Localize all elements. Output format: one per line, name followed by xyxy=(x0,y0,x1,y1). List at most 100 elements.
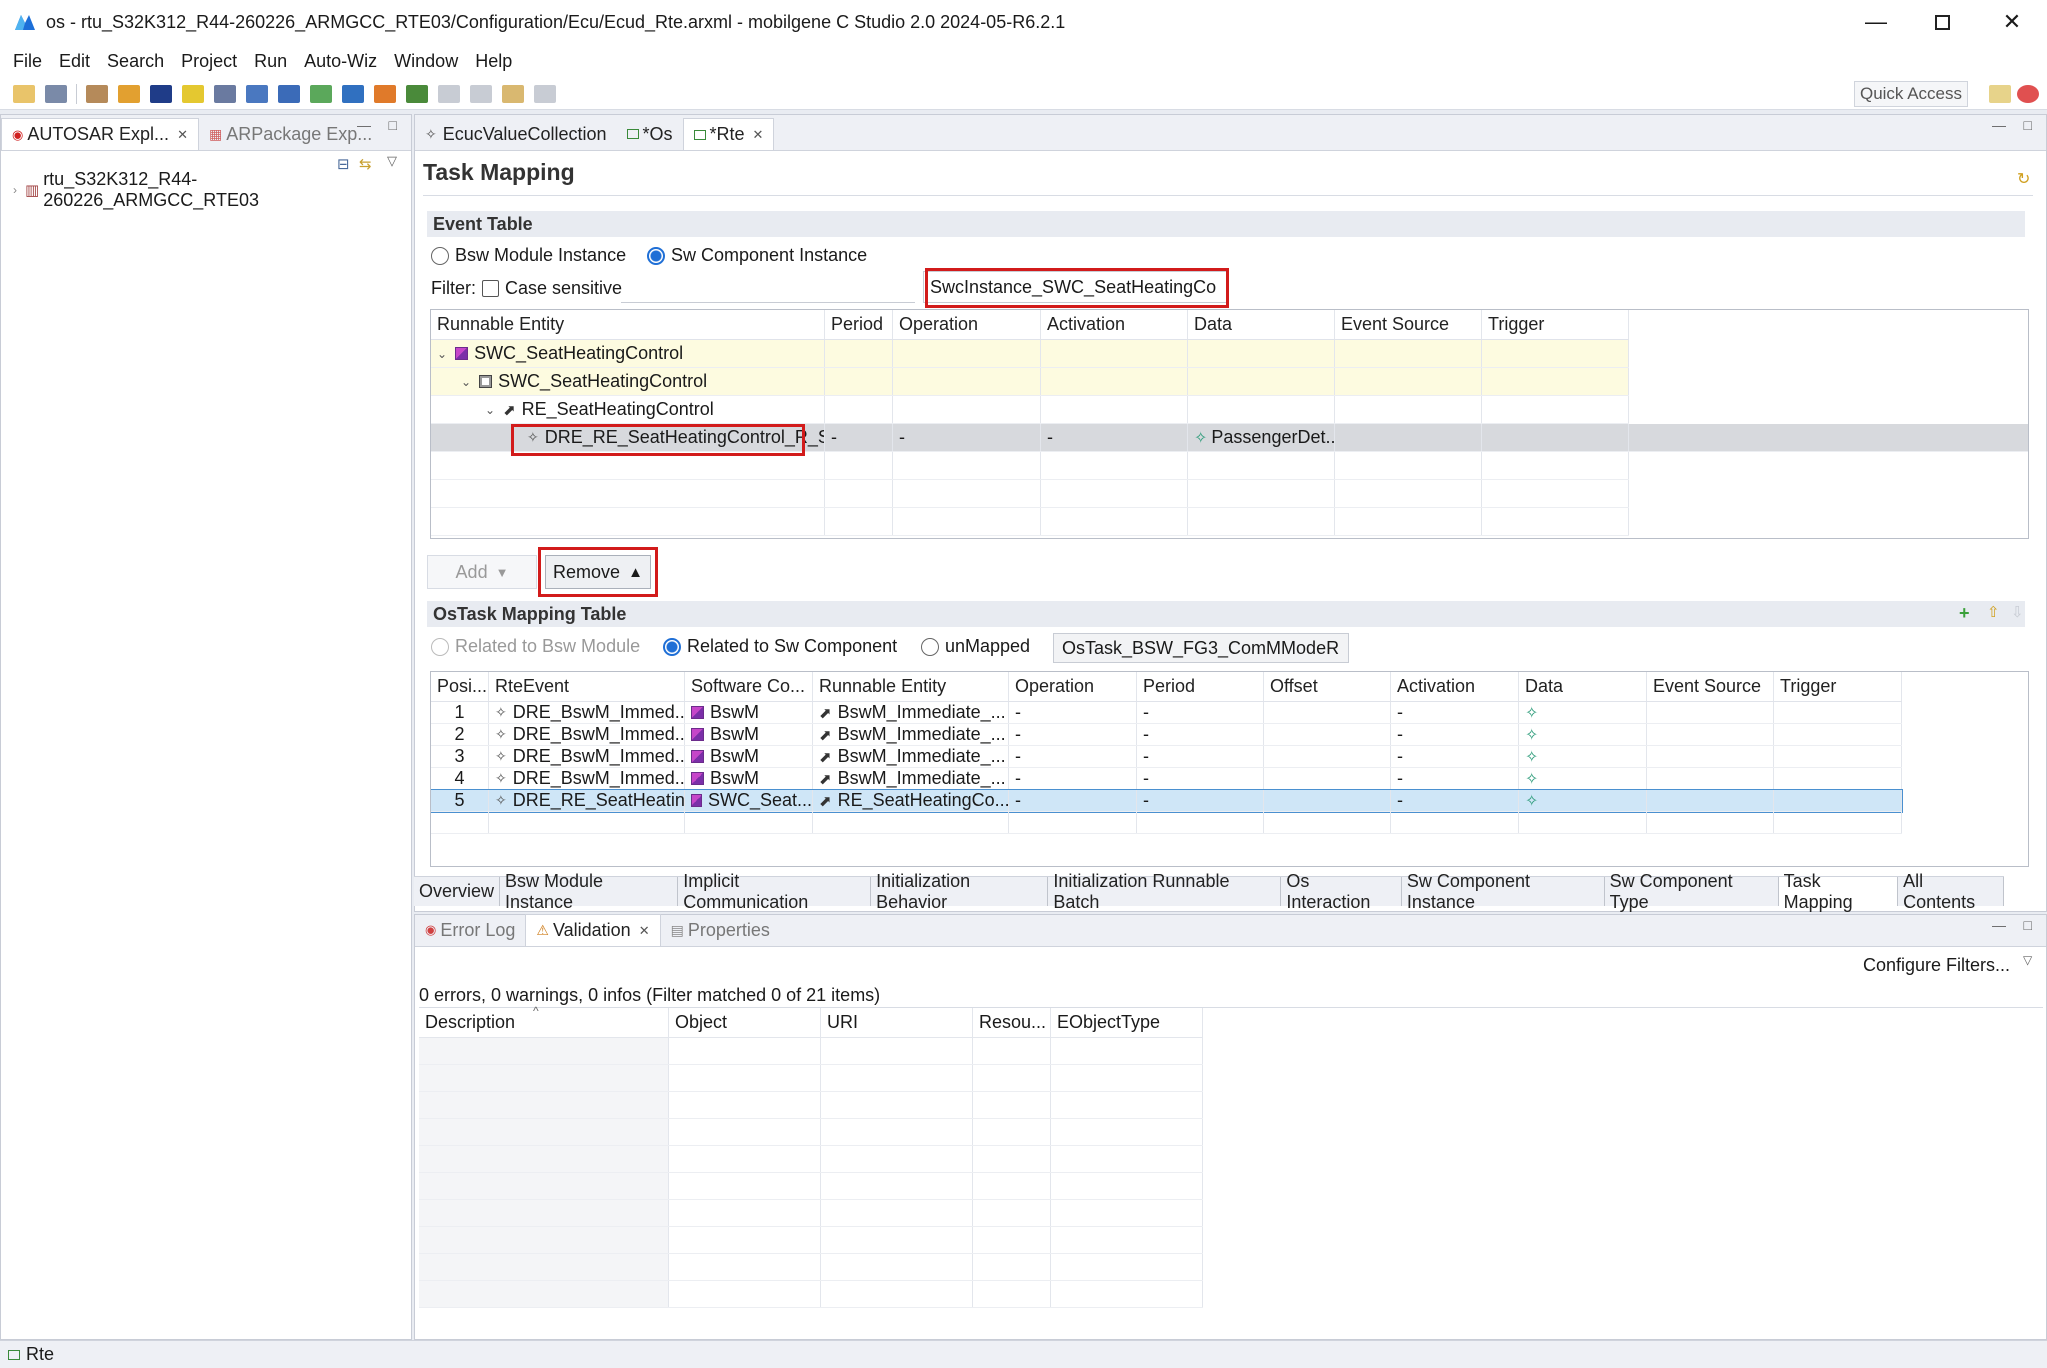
col-runnable-entity[interactable]: Runnable Entity xyxy=(813,672,1009,701)
tab-os-interaction[interactable]: Os Interaction xyxy=(1281,871,1402,912)
view-menu-icon[interactable]: ▽ xyxy=(2023,953,2032,967)
table-row[interactable]: 1 ✧ DRE_BswM_Immed... BswM ⬈ BswM_Immediate_.… xyxy=(431,702,1902,724)
minimize-view-icon[interactable]: — xyxy=(1992,917,2006,933)
build-icon[interactable] xyxy=(86,84,108,103)
col-operation[interactable]: Operation xyxy=(893,310,1041,339)
add-button[interactable]: Add ▼ xyxy=(427,555,537,589)
minimize-view-icon[interactable]: — xyxy=(1992,117,2006,133)
radio-bsw-module-instance[interactable]: Bsw Module Instance xyxy=(431,245,626,266)
diagram-icon[interactable] xyxy=(246,84,268,103)
tab-sw-component-type[interactable]: Sw Component Type xyxy=(1605,871,1779,912)
menu-run[interactable]: Run xyxy=(254,51,287,72)
tab-properties[interactable]: ▤ Properties xyxy=(661,914,780,946)
col-activation[interactable]: Activation xyxy=(1041,310,1188,339)
radio-unmapped[interactable]: unMapped xyxy=(921,636,1030,657)
tab-initialization-behavior[interactable]: Initialization Behavior xyxy=(871,871,1049,912)
new-icon[interactable] xyxy=(13,84,35,103)
col-data[interactable]: Data xyxy=(1188,310,1335,339)
save-icon[interactable] xyxy=(45,84,67,103)
minimize-view-icon[interactable]: — xyxy=(357,117,371,133)
close-window-button[interactable]: ✕ xyxy=(1982,0,2042,44)
move-up-icon[interactable]: ⇧ xyxy=(1987,603,2000,621)
template-icon[interactable] xyxy=(150,84,172,103)
col-uri[interactable]: URI xyxy=(821,1008,973,1037)
tab-task-mapping[interactable]: Task Mapping xyxy=(1778,871,1899,912)
col-rte-event[interactable]: RteEvent xyxy=(489,672,685,701)
tab-autosar-explorer[interactable]: ◉ AUTOSAR Expl... ✕ xyxy=(1,118,199,150)
table-row[interactable]: 3 ✧ DRE_BswM_Immed... BswM ⬈ BswM_Immediate_.… xyxy=(431,746,1902,768)
ostask-selector[interactable]: OsTask_BSW_FG3_ComMModeR xyxy=(1053,633,1349,663)
radio-related-swc[interactable]: Related to Sw Component xyxy=(663,636,897,657)
configure-filters-link[interactable]: Configure Filters... xyxy=(1863,955,2010,976)
tree-row-runnable[interactable]: ⌄ ⬈ RE_SeatHeatingControl xyxy=(431,396,1629,424)
col-trigger[interactable]: Trigger xyxy=(1482,310,1629,339)
col-activation[interactable]: Activation xyxy=(1391,672,1519,701)
col-period[interactable]: Period xyxy=(825,310,893,339)
star-icon[interactable] xyxy=(182,84,204,103)
col-object[interactable]: Object xyxy=(669,1008,821,1037)
tab-implicit-communication[interactable]: Implicit Communication xyxy=(678,871,872,912)
maximize-button[interactable] xyxy=(1912,0,1972,44)
forward-icon[interactable] xyxy=(534,84,556,103)
maximize-view-icon[interactable]: □ xyxy=(2024,917,2032,933)
col-runnable-entity[interactable]: Runnable Entity xyxy=(431,310,825,339)
link-icon[interactable] xyxy=(406,84,428,103)
chevron-down-icon[interactable]: ⌄ xyxy=(485,403,495,417)
refresh-icon[interactable]: ↻ xyxy=(2017,169,2030,189)
minimize-button[interactable]: — xyxy=(1846,0,1906,44)
tab-arpackage-explorer[interactable]: ▦ ARPackage Exp... xyxy=(199,118,382,150)
chevron-down-icon[interactable]: ⌄ xyxy=(437,347,447,361)
link-with-editor-icon[interactable]: ⇆ xyxy=(359,155,372,173)
col-operation[interactable]: Operation xyxy=(1009,672,1137,701)
col-event-source[interactable]: Event Source xyxy=(1335,310,1482,339)
open-perspective-icon[interactable] xyxy=(1989,85,2011,103)
table-row[interactable]: 2 ✧ DRE_BswM_Immed... BswM ⬈ BswM_Immediate_.… xyxy=(431,724,1902,746)
col-software-component[interactable]: Software Co... xyxy=(685,672,813,701)
quick-access-input[interactable]: Quick Access xyxy=(1854,81,1968,107)
radio-sw-component-instance[interactable]: Sw Component Instance xyxy=(647,245,867,266)
menu-edit[interactable]: Edit xyxy=(59,51,90,72)
tab-bsw-module-instance[interactable]: Bsw Module Instance xyxy=(500,871,679,912)
tab-validation[interactable]: ⚠ Validation ✕ xyxy=(525,914,661,946)
col-data[interactable]: Data xyxy=(1519,672,1647,701)
tree-item-project[interactable]: › ▥ rtu_S32K312_R44-260226_ARMGCC_RTE03 xyxy=(1,169,411,210)
table-row[interactable]: 4 ✧ DRE_BswM_Immed... BswM ⬈ BswM_Immediate_.… xyxy=(431,768,1902,790)
tab-all-contents[interactable]: All Contents xyxy=(1898,871,2004,912)
filter-input[interactable] xyxy=(621,275,915,303)
add-icon[interactable]: + xyxy=(1959,603,1970,624)
radio-related-swc-circle[interactable] xyxy=(663,637,681,656)
generate-icon[interactable] xyxy=(118,84,140,103)
col-description[interactable]: Description ^ xyxy=(419,1004,669,1037)
tab-ecuc-value-collection[interactable]: ✧ EcucValueCollection xyxy=(415,118,617,150)
tree-row-swc-behavior[interactable]: ⌄ SWC_SeatHeatingControl xyxy=(431,368,1629,396)
chart-icon[interactable] xyxy=(214,84,236,103)
col-resource[interactable]: Resou... xyxy=(973,1008,1051,1037)
chevron-right-icon[interactable]: › xyxy=(13,183,17,197)
table-icon[interactable] xyxy=(278,84,300,103)
table-row[interactable]: 5 ✧ DRE_RE_SeatHeatin... SWC_Seat... ⬈ RE_Sea… xyxy=(431,789,1903,813)
case-sensitive-checkbox[interactable] xyxy=(482,280,499,297)
tab-overview[interactable]: Overview xyxy=(414,877,501,906)
col-offset[interactable]: Offset xyxy=(1264,672,1391,701)
menu-file[interactable]: File xyxy=(13,51,42,72)
layout-icon[interactable] xyxy=(310,84,332,103)
tab-os[interactable]: *Os xyxy=(617,118,683,150)
tree-row-swc-prototype[interactable]: ⌄ SWC_SeatHeatingControl xyxy=(431,340,1629,368)
tools-icon[interactable] xyxy=(342,84,364,103)
close-tab-icon[interactable]: ✕ xyxy=(177,127,188,143)
menu-auto-wiz[interactable]: Auto-Wiz xyxy=(304,51,377,72)
maximize-view-icon[interactable]: □ xyxy=(2024,117,2032,133)
radio-related-bsw[interactable]: Related to Bsw Module xyxy=(431,636,640,657)
close-tab-icon[interactable]: ✕ xyxy=(639,923,650,939)
col-eobject-type[interactable]: EObjectType xyxy=(1051,1008,1203,1037)
col-event-source[interactable]: Event Source xyxy=(1647,672,1774,701)
move-down-icon[interactable]: ⇩ xyxy=(2011,603,2024,621)
run-icon[interactable] xyxy=(374,84,396,103)
menu-project[interactable]: Project xyxy=(181,51,237,72)
maximize-view-icon[interactable]: □ xyxy=(389,117,397,133)
collapse-all-icon[interactable]: ⊟ xyxy=(337,155,350,173)
col-trigger[interactable]: Trigger xyxy=(1774,672,1902,701)
tab-initialization-runnable-batch[interactable]: Initialization Runnable Batch xyxy=(1048,871,1282,912)
chevron-down-icon[interactable]: ⌄ xyxy=(461,375,471,389)
menu-search[interactable]: Search xyxy=(107,51,164,72)
